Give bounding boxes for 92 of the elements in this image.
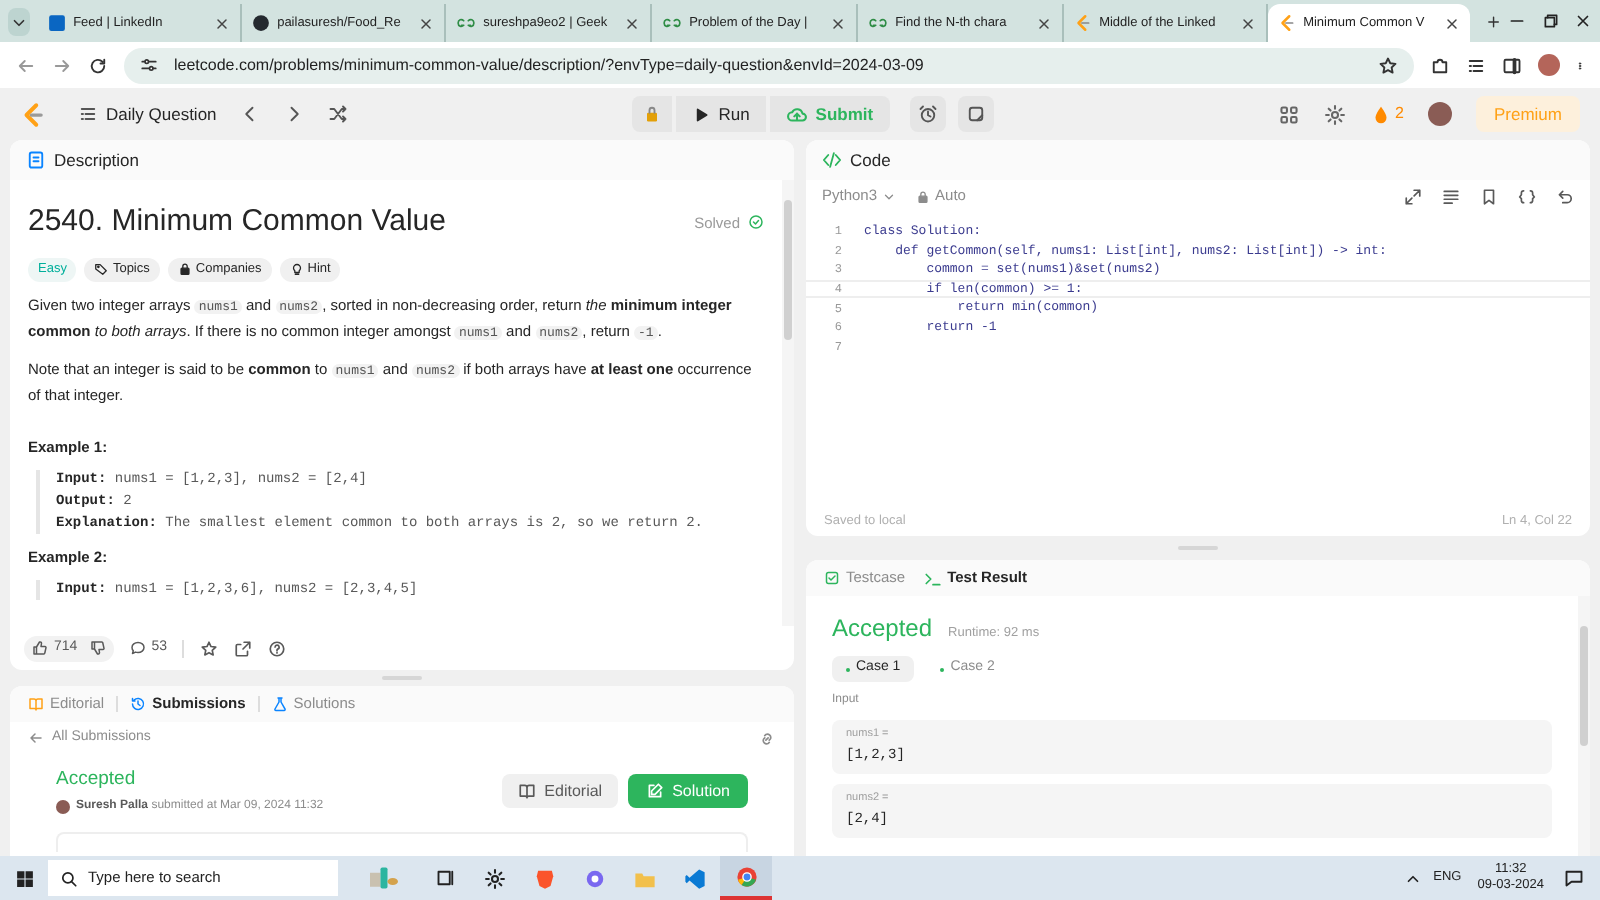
lightbulb-icon [289,262,304,276]
scrollbar-thumb[interactable] [784,200,792,340]
scrollbar[interactable] [782,180,794,626]
leetcode-favicon-icon [1277,14,1296,32]
author-avatar [56,800,70,815]
help-icon[interactable] [268,639,287,657]
settings-icon[interactable] [484,867,506,889]
task-view-icon[interactable] [436,868,456,888]
site-info-icon[interactable] [140,56,158,74]
book-icon [518,782,537,801]
thumbs-up-icon [32,640,48,656]
lock-bug-icon [642,104,663,124]
upload-cloud-icon [785,103,808,125]
thumbs-down-icon[interactable] [89,640,106,656]
code-tab[interactable]: Code [850,147,891,173]
close-tab-icon[interactable] [417,15,434,31]
check-circle-icon [748,214,764,231]
back-arrow-icon [28,730,44,746]
checkbox-icon [824,570,840,586]
braces-icon[interactable] [1518,187,1536,205]
lock-icon [177,262,192,276]
share-icon[interactable] [234,639,253,657]
close-tab-icon[interactable] [1443,15,1460,31]
code-editor-icon[interactable] [684,867,706,889]
shuffle-icon[interactable] [328,104,349,124]
media-icon[interactable] [1466,55,1486,75]
result-status: Accepted [832,612,933,646]
reload-icon[interactable] [88,55,108,75]
problem-list-title[interactable]: Daily Question [106,101,217,127]
windows-logo-icon [15,869,33,887]
browser-taskbar-button[interactable] [720,856,772,900]
streak-count: 2 [1395,102,1404,126]
history-icon [130,696,147,712]
close-tab-icon[interactable] [1035,15,1052,31]
linkedin-favicon-icon [47,14,66,32]
close-tab-icon[interactable] [829,15,846,31]
format-icon[interactable] [1442,187,1460,205]
close-tab-icon[interactable] [623,15,640,31]
notes-button[interactable] [957,96,994,132]
flask-icon [271,696,288,712]
comment-icon [129,640,146,656]
scrollbar-thumb[interactable] [1580,626,1588,746]
problem-list-icon[interactable] [78,104,98,124]
browser-icon [735,865,757,887]
close-tab-icon[interactable] [1239,15,1256,31]
link-icon[interactable] [758,729,776,747]
reset-icon[interactable] [1556,187,1574,205]
scrollbar[interactable] [1578,596,1590,856]
new-tab-icon[interactable] [1485,12,1501,32]
bookmark-star-icon[interactable] [1378,55,1398,75]
search-icon [60,869,78,887]
notifications-icon[interactable] [1564,868,1584,888]
lock-icon [915,189,930,203]
side-panel-icon[interactable] [1502,55,1522,75]
extensions-icon[interactable] [1430,55,1450,75]
editorial-button[interactable]: Editorial [502,774,619,809]
layout-grid-icon[interactable] [1277,103,1300,125]
gfg-favicon-icon [867,14,888,32]
chevron-down-icon [881,189,896,203]
tab-search-button[interactable] [8,8,30,36]
bookmark-icon[interactable] [1480,187,1498,205]
avatar[interactable] [1538,54,1560,76]
alarm-clock-icon [917,104,938,124]
gfg-favicon-icon [661,14,682,32]
github-favicon-icon [251,14,270,32]
restore-icon [1541,12,1560,30]
star-icon[interactable] [200,639,219,657]
edit-icon [646,782,665,801]
document-icon [26,150,46,170]
expand-icon[interactable] [1404,187,1422,205]
tag-icon [94,262,109,276]
url-text: leetcode.com/problems/minimum-common-value/description/?envType=daily-question&envId=2024-03-09 [174,53,926,77]
lion-shield-icon[interactable] [534,867,556,889]
close-tab-icon[interactable] [213,15,230,31]
play-icon [692,105,711,123]
leetcode-favicon-icon [1073,14,1092,32]
submission-status: Accepted [56,766,138,794]
timer-button[interactable] [909,96,946,132]
forward-icon[interactable] [52,55,72,75]
code-icon [822,150,842,170]
close-window-icon [1574,12,1593,30]
address-bar[interactable]: leetcode.com/problems/minimum-common-value/description/?envType=daily-question&envId=2024-03-09 [124,47,1414,83]
run-button[interactable]: Run [676,96,766,132]
book-icon [28,696,44,712]
gfg-favicon-icon [455,14,476,32]
back-icon[interactable] [16,55,36,75]
terminal-icon [923,569,942,587]
user-avatar[interactable] [1427,102,1452,126]
problem-title: 2540. Minimum Common Value [28,202,446,242]
description-tab[interactable]: Description [54,147,140,173]
swirl-app-icon[interactable] [584,867,606,889]
note-icon [965,104,986,124]
